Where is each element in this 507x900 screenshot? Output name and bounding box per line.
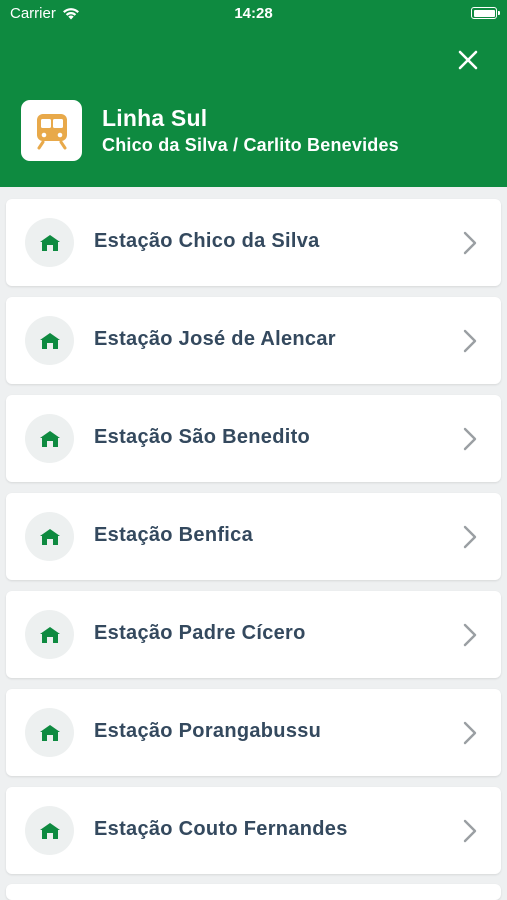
line-icon-tile	[21, 100, 82, 161]
house-icon	[39, 822, 60, 839]
chevron-right-icon	[463, 231, 477, 255]
station-icon	[25, 512, 74, 561]
station-row-benfica[interactable]: Estação Benfica	[6, 493, 501, 580]
house-icon	[39, 430, 60, 447]
chevron-right-icon	[463, 623, 477, 647]
house-icon	[39, 626, 60, 643]
station-row-partial[interactable]	[6, 884, 501, 900]
station-label: Estação Padre Cícero	[94, 622, 306, 644]
header: Carrier 14:28 Linha Sul Chico da Silva /…	[0, 0, 507, 187]
house-icon	[39, 332, 60, 349]
clock: 14:28	[234, 5, 273, 22]
line-route: Chico da Silva / Carlito Benevides	[102, 135, 399, 155]
status-bar: Carrier 14:28	[0, 0, 507, 28]
station-label: Estação Porangabussu	[94, 720, 322, 742]
chevron-right-icon	[463, 721, 477, 745]
station-row-jose-de-alencar[interactable]: Estação José de Alencar	[6, 297, 501, 384]
train-icon	[36, 113, 67, 149]
line-title: Linha Sul	[102, 105, 208, 131]
station-label: Estação Chico da Silva	[94, 230, 320, 252]
chevron-right-icon	[463, 525, 477, 549]
station-label: Estação José de Alencar	[94, 328, 336, 350]
station-label: Estação Benfica	[94, 524, 254, 546]
chevron-right-icon	[463, 819, 477, 843]
station-row-chico-da-silva[interactable]: Estação Chico da Silva	[6, 199, 501, 286]
house-icon	[39, 724, 60, 741]
station-icon	[25, 610, 74, 659]
station-row-sao-benedito[interactable]: Estação São Benedito	[6, 395, 501, 482]
station-icon	[25, 414, 74, 463]
station-label: Estação São Benedito	[94, 426, 311, 448]
station-icon	[25, 708, 74, 757]
station-row-porangabussu[interactable]: Estação Porangabussu	[6, 689, 501, 776]
chevron-right-icon	[463, 427, 477, 451]
station-icon	[25, 316, 74, 365]
station-label: Estação Couto Fernandes	[94, 818, 348, 840]
station-row-couto-fernandes[interactable]: Estação Couto Fernandes	[6, 787, 501, 874]
house-icon	[39, 528, 60, 545]
close-button[interactable]	[450, 42, 486, 78]
battery-icon	[471, 7, 500, 19]
station-row-padre-cicero[interactable]: Estação Padre Cícero	[6, 591, 501, 678]
station-icon	[25, 806, 74, 855]
station-icon	[25, 218, 74, 267]
chevron-right-icon	[463, 329, 477, 353]
house-icon	[39, 234, 60, 251]
close-icon	[458, 50, 478, 70]
